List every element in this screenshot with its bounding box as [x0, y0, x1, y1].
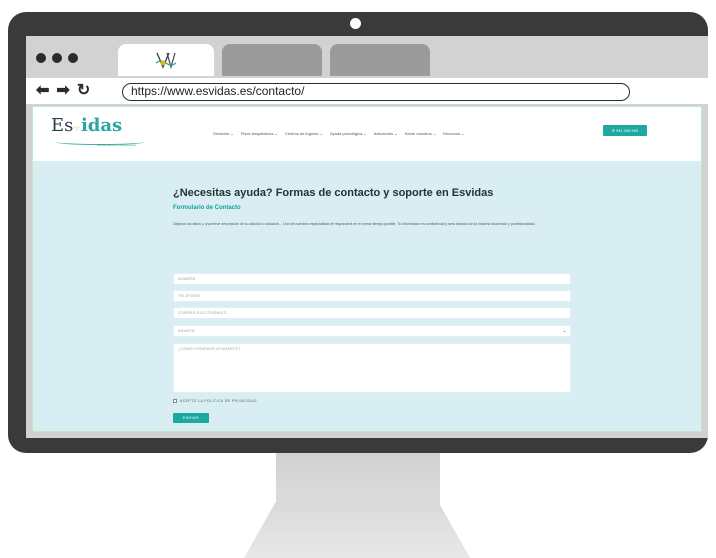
window-dot-icon[interactable] — [52, 53, 62, 63]
menu-item-servicios[interactable]: Servicios ⌄ — [213, 131, 234, 136]
browser-window: ⬅ ➡ ↻ https://www.esvidas.es/contacto/ E… — [26, 36, 708, 438]
camera-icon — [350, 18, 361, 29]
submit-button[interactable]: ENVIAR — [173, 413, 209, 423]
contact-intro: ¿Necesitas ayuda? Formas de contacto y s… — [173, 187, 573, 227]
form-description: Déjanos tus datos y una breve descripció… — [173, 222, 536, 226]
monitor-stand-base — [244, 502, 470, 558]
favicon-icon — [155, 52, 177, 70]
menu-item-sobre[interactable]: Sobre nosotros ⌄ — [405, 131, 437, 136]
browser-tab[interactable] — [330, 44, 430, 76]
site-logo[interactable]: Es⁘idas Ayuda Adicción Adolescentes — [51, 115, 145, 147]
monitor-frame: ⬅ ➡ ↻ https://www.esvidas.es/contacto/ E… — [8, 12, 708, 453]
phone-input[interactable]: TELÉFONO — [173, 290, 571, 302]
desktop-mockup: ⬅ ➡ ↻ https://www.esvidas.es/contacto/ E… — [0, 0, 716, 558]
message-textarea[interactable]: ¿CÓMO PODEMOS AYUDARTE? — [173, 343, 571, 393]
main-menu: Servicios ⌄ Pisos terapéuticos ⌄ Centros… — [213, 131, 465, 136]
logo-tagline: Ayuda Adicción Adolescentes — [97, 143, 137, 147]
reload-icon[interactable]: ↻ — [77, 82, 90, 100]
chevron-down-icon: ⌄ — [562, 328, 567, 334]
privacy-label: ACEPTO LA POLÍTICA DE PRIVACIDAD — [180, 399, 257, 403]
logo-dot-icon: ⁘ — [73, 124, 81, 134]
address-bar[interactable]: https://www.esvidas.es/contacto/ — [122, 83, 630, 101]
nav-buttons: ⬅ ➡ ↻ — [36, 82, 90, 100]
back-arrow-icon[interactable]: ⬅ — [36, 82, 49, 100]
forward-arrow-icon[interactable]: ➡ — [56, 82, 69, 100]
site-header: Es⁘idas Ayuda Adicción Adolescentes Serv… — [33, 107, 701, 161]
menu-item-adicciones[interactable]: Adicciones ⌄ — [374, 131, 398, 136]
privacy-checkbox[interactable] — [173, 399, 177, 403]
subject-select-value: ASUNTO — [178, 329, 195, 333]
subject-select[interactable]: ASUNTO ⌄ — [173, 325, 571, 337]
window-controls — [36, 53, 78, 63]
browser-toolbar: ⬅ ➡ ↻ https://www.esvidas.es/contacto/ — [26, 78, 708, 104]
browser-tab[interactable] — [222, 44, 322, 76]
name-input[interactable]: NOMBRE — [173, 273, 571, 285]
menu-item-ayuda[interactable]: Ayuda psicológica ⌄ — [330, 131, 367, 136]
menu-item-centros[interactable]: Centros de ingreso ⌄ — [285, 131, 323, 136]
window-dot-icon[interactable] — [36, 53, 46, 63]
logo-bold: idas — [80, 115, 123, 136]
email-input[interactable]: CORREO ELECTRÓNICO — [173, 307, 571, 319]
phone-button[interactable]: ✆ 911 005 993 — [603, 125, 647, 136]
browser-tab-active[interactable] — [118, 44, 214, 76]
logo-prefix: Es — [51, 115, 74, 136]
privacy-consent: ACEPTO LA POLÍTICA DE PRIVACIDAD — [173, 399, 257, 403]
window-dot-icon[interactable] — [68, 53, 78, 63]
menu-item-recursos[interactable]: Recursos ⌄ — [443, 131, 464, 136]
form-heading: Formulario de Contacto — [173, 205, 241, 211]
page-title: ¿Necesitas ayuda? Formas de contacto y s… — [173, 187, 494, 199]
menu-item-pisos[interactable]: Pisos terapéuticos ⌄ — [241, 131, 278, 136]
page-viewport: Es⁘idas Ayuda Adicción Adolescentes Serv… — [32, 106, 702, 432]
